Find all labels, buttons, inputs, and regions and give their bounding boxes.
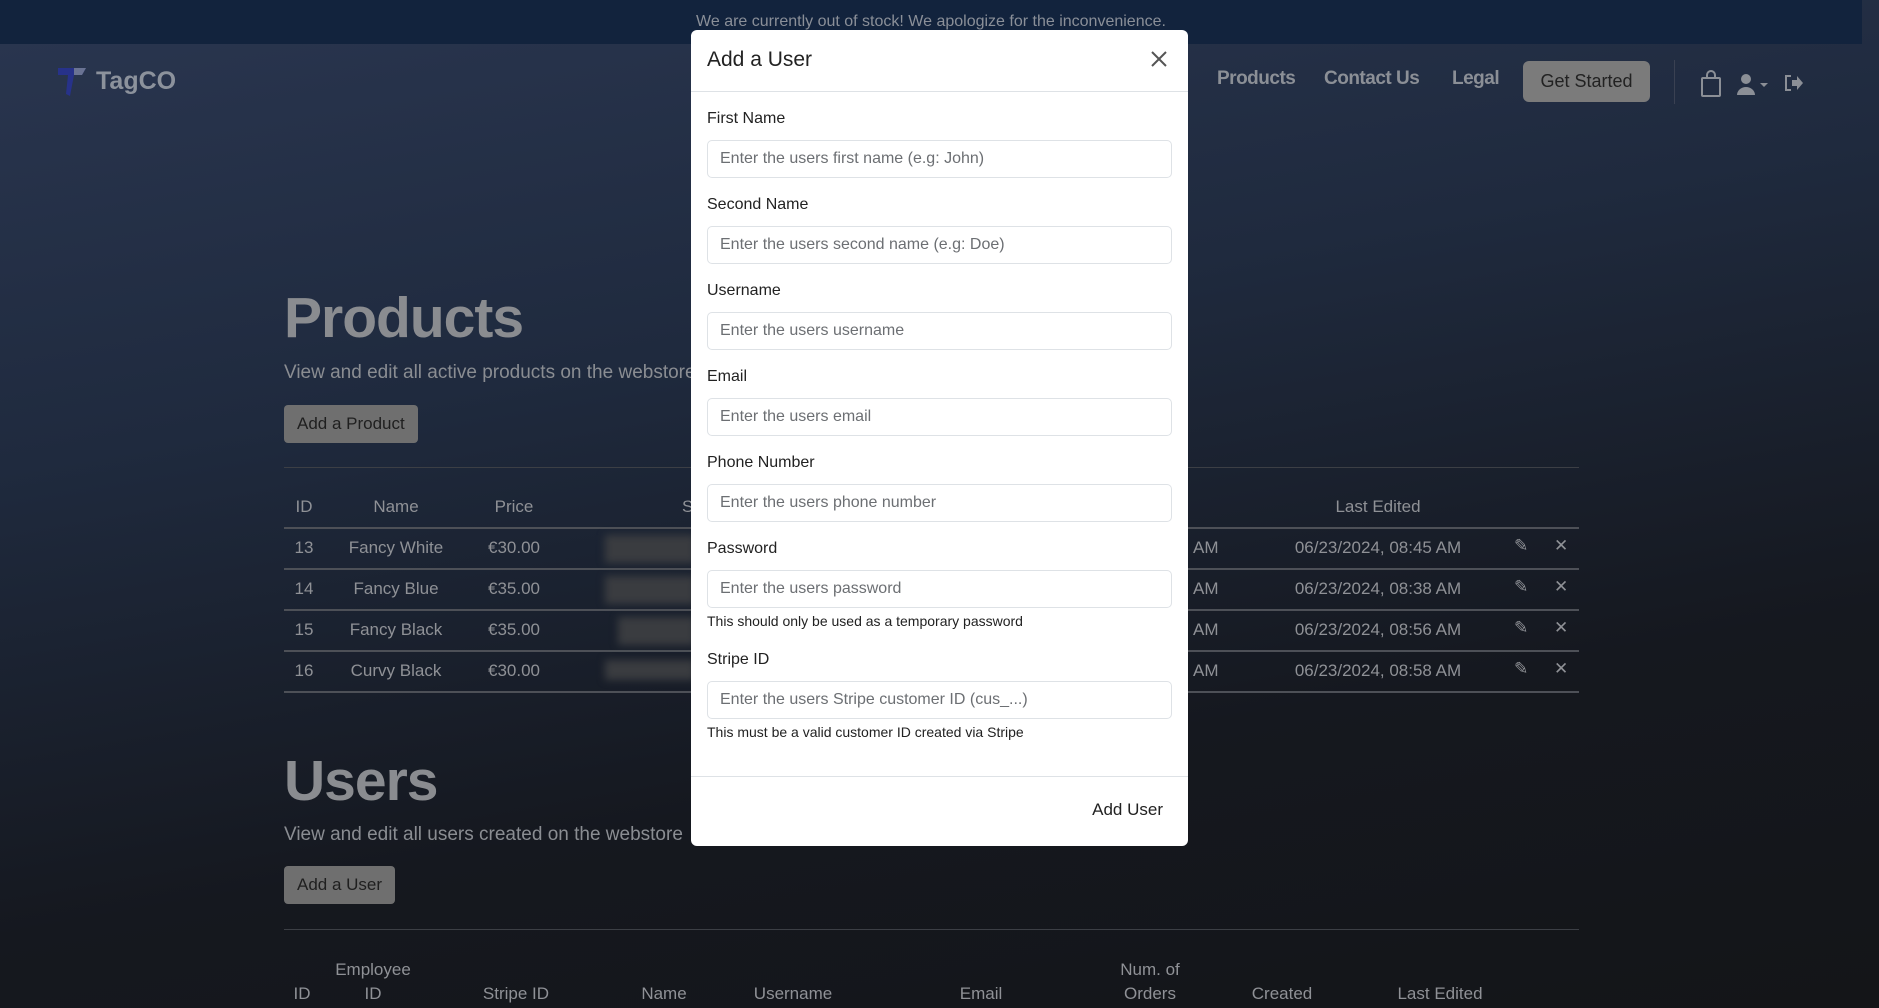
password-label: Password	[707, 540, 778, 557]
first-name-label: First Name	[707, 110, 786, 127]
username-input[interactable]	[707, 312, 1172, 350]
phone-label: Phone Number	[707, 454, 815, 471]
second-name-label: Second Name	[707, 196, 809, 213]
modal-footer-divider	[691, 776, 1188, 777]
modal-header: Add a User	[691, 30, 1188, 92]
password-help: This should only be used as a temporary …	[707, 613, 1023, 629]
stripe-id-input[interactable]	[707, 681, 1172, 719]
email-label: Email	[707, 368, 748, 385]
phone-input[interactable]	[707, 484, 1172, 522]
modal-title: Add a User	[707, 48, 813, 71]
first-name-input[interactable]	[707, 140, 1172, 178]
stripe-id-help: This must be a valid customer ID created…	[707, 724, 1024, 740]
password-input[interactable]	[707, 570, 1172, 608]
username-label: Username	[707, 282, 781, 299]
add-user-modal: Add a User First Name Second Name Userna…	[691, 30, 1188, 846]
email-input[interactable]	[707, 398, 1172, 436]
stripe-id-label: Stripe ID	[707, 651, 770, 668]
second-name-input[interactable]	[707, 226, 1172, 264]
close-icon[interactable]	[1144, 44, 1174, 74]
add-user-submit-button[interactable]: Add User	[1092, 800, 1163, 820]
